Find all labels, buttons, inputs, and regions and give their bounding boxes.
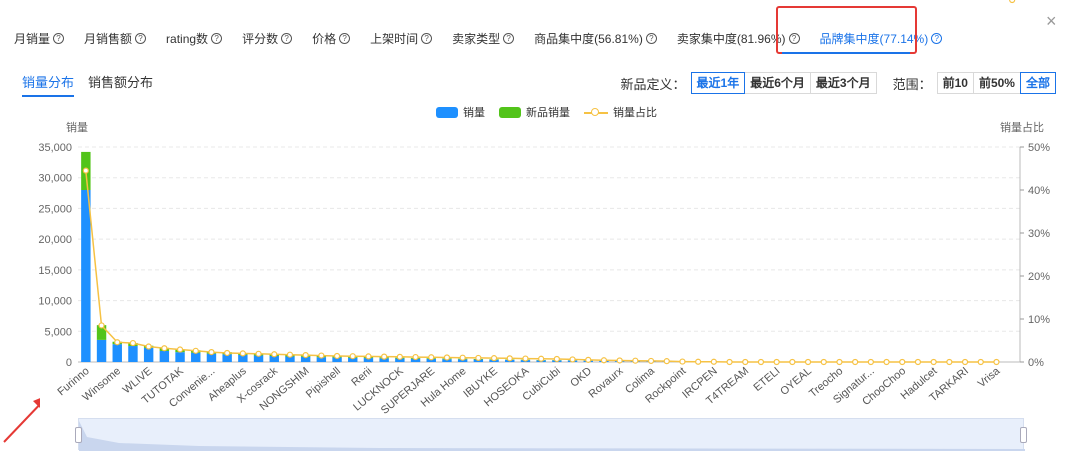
slider-preview-area [79,421,1025,451]
x-tick-label: Pipishell [304,365,343,401]
y2-tick-label: 50% [1028,142,1050,154]
share-point [569,356,576,363]
x-tick-label: Rerii [349,365,374,389]
share-point [522,355,529,362]
share-point [428,354,435,361]
share-point [883,358,890,366]
bar-sales [81,190,91,362]
share-point [961,358,969,366]
share-point [616,357,623,364]
y-tick-label: 35,000 [38,142,72,154]
bar-sales [96,339,107,362]
share-point [381,353,388,360]
share-point [946,358,953,366]
x-tick-label: Rovaurx [586,365,625,401]
y2-tick-label: 10% [1028,314,1050,326]
y-tick-label: 10,000 [38,296,72,308]
share-point [302,352,309,359]
y-tick-label: 30,000 [38,173,72,185]
y2-tick-label: 0% [1028,357,1044,369]
share-point [129,339,137,347]
share-point [695,358,702,365]
share-point [396,353,403,360]
x-tick-label: OKD [568,365,594,390]
y2-tick-label: 40% [1028,185,1050,197]
share-point [726,358,733,366]
share-point [443,354,451,361]
share-line [85,170,997,363]
share-point [977,358,984,366]
y-tick-label: 20,000 [38,234,72,246]
share-point [773,358,780,366]
share-point [914,358,922,366]
share-point [585,356,592,363]
share-point [899,358,906,366]
share-point [506,355,513,362]
zoom-slider[interactable] [78,418,1025,451]
share-point [679,358,686,365]
share-point [412,353,419,361]
share-point [98,322,105,329]
y-axis-title: 销量 [66,120,88,134]
share-point [239,350,246,357]
share-point [867,358,874,366]
share-point [1009,0,1016,4]
share-point [757,358,765,366]
share-point [192,347,199,354]
share-point [161,345,168,352]
bar-sales [128,346,138,362]
bar-sales [112,344,122,362]
share-point [271,351,278,358]
slider-preview [79,421,1025,451]
share-point [145,343,152,350]
share-point [632,357,639,364]
share-point [318,352,325,359]
red-arrow-annotation [3,398,40,443]
share-point [600,357,608,364]
share-point [742,358,749,366]
share-point [286,351,294,358]
share-point [553,355,560,363]
share-point [852,358,859,366]
share-point [804,358,812,366]
share-point [365,353,372,360]
slider-handle-right[interactable] [1020,427,1027,443]
share-point [224,349,231,357]
share-point [836,358,843,366]
range-option-2[interactable]: 全部 [1019,72,1056,94]
share-point [647,357,655,365]
bar-sales [191,352,201,362]
share-point [208,349,215,356]
share-point [459,354,466,361]
bar-sales [159,350,170,362]
share-point [475,354,482,362]
share-point [710,358,717,365]
share-point [930,358,937,366]
share-point [255,350,262,357]
y2-axis-title: 销量占比 [1000,120,1044,134]
share-point [538,355,545,362]
y-tick-label: 25,000 [38,203,72,215]
share-point [82,167,89,174]
x-tick-label: Vrisa [976,365,1003,391]
share-point [663,358,670,365]
y-tick-label: 0 [66,357,72,369]
slider-handle-left[interactable] [75,427,82,443]
share-point [349,353,356,360]
y2-tick-label: 20% [1028,271,1050,283]
share-point [789,358,796,366]
y2-tick-label: 30% [1028,228,1050,240]
y-tick-label: 15,000 [38,265,72,277]
new-product-option-0[interactable]: 最近1年 [690,72,746,94]
bar-sales [175,352,185,362]
y-tick-label: 5,000 [44,326,72,338]
share-point [176,346,184,353]
share-point [820,358,827,366]
brand-sales-chart: 0 5,000 10,000 15,000 20,000 25,000 30,000 35,0… [38,0,1050,417]
share-point [333,352,341,360]
share-point [993,358,1000,366]
share-point [490,355,498,362]
bar-sales [143,347,154,362]
share-point [114,339,121,346]
